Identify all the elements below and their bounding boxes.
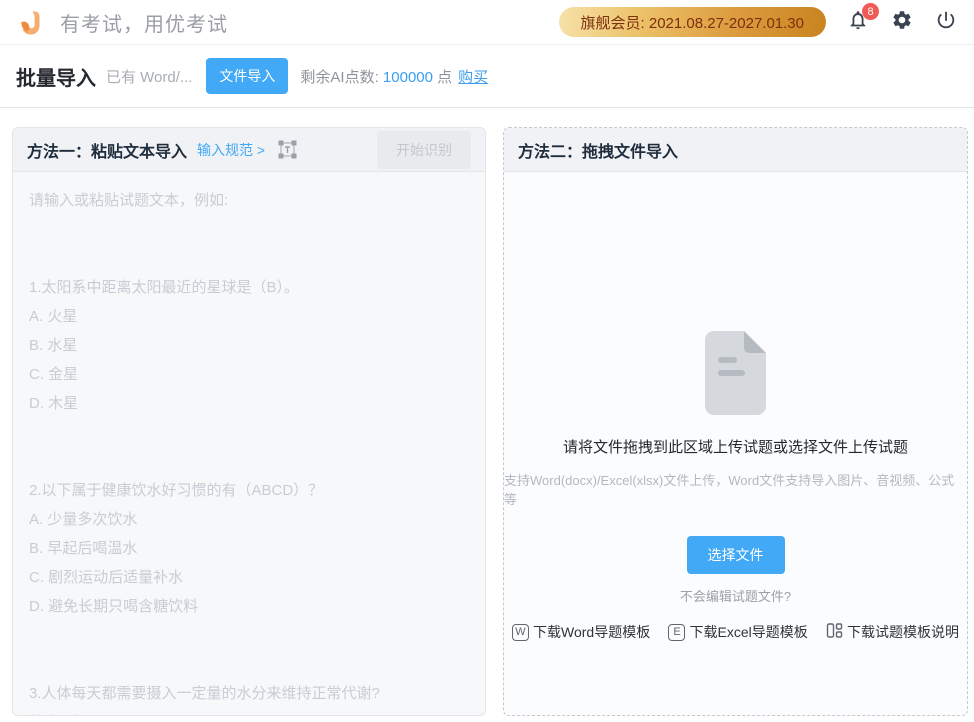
- paste-panel-header: 方法一：粘贴文本导入 输入规范 > 开始识别: [13, 128, 485, 172]
- notifications-button[interactable]: 8: [846, 10, 870, 34]
- drop-panel-title: 方法二：拖拽文件导入: [518, 138, 678, 162]
- question-text-input[interactable]: [13, 172, 485, 715]
- logout-button[interactable]: [934, 10, 958, 34]
- download-word-template-link[interactable]: W 下载Word导题模板: [512, 622, 650, 642]
- choose-file-button[interactable]: 选择文件: [687, 536, 785, 574]
- download-template-guide-link[interactable]: 下载试题模板说明: [826, 622, 959, 642]
- buy-points-link[interactable]: 购买: [458, 66, 488, 87]
- app-title: 有考试，用优考试: [60, 8, 228, 37]
- drop-import-panel[interactable]: 方法二：拖拽文件导入 请将文件拖拽到此区域上传试题或选择文件上传试题 支持Wor…: [503, 127, 968, 716]
- download-excel-template-label: 下载Excel导题模板: [689, 622, 807, 642]
- template-download-links: W 下载Word导题模板 E 下载Excel导题模板 下载试题: [504, 622, 967, 642]
- notification-count-badge: 8: [862, 3, 879, 20]
- template-guide-icon: [826, 622, 843, 642]
- file-import-button[interactable]: 文件导入: [206, 58, 288, 94]
- download-word-template-label: 下载Word导题模板: [533, 622, 650, 642]
- gear-icon: [891, 9, 913, 36]
- download-excel-template-link[interactable]: E 下载Excel导题模板: [668, 622, 807, 642]
- supported-formats-text: 支持Word(docx)/Excel(xlsx)文件上传，Word文件支持导入图…: [504, 470, 967, 508]
- main-content: 方法一：粘贴文本导入 输入规范 > 开始识别 方法二：拖拽文件导入: [0, 108, 974, 722]
- page-subtitle: 已有 Word/...: [106, 66, 192, 87]
- text-select-icon[interactable]: [277, 139, 298, 160]
- input-spec-link[interactable]: 输入规范 >: [197, 140, 265, 160]
- ai-points-value: 100000: [383, 69, 433, 86]
- start-recognition-button[interactable]: 开始识别: [377, 131, 471, 169]
- drop-hint-text: 请将文件拖拽到此区域上传试题或选择文件上传试题: [563, 436, 908, 457]
- edit-help-text: 不会编辑试题文件?: [680, 586, 791, 605]
- ai-points-unit: 点: [437, 69, 452, 86]
- download-template-guide-label: 下载试题模板说明: [847, 622, 959, 642]
- header-actions: 旗舰会员: 2021.08.27-2027.01.30 8: [559, 7, 958, 37]
- settings-button[interactable]: [890, 10, 914, 34]
- drop-panel-header: 方法二：拖拽文件导入: [504, 128, 967, 172]
- word-file-icon: W: [512, 624, 529, 641]
- membership-badge[interactable]: 旗舰会员: 2021.08.27-2027.01.30: [559, 7, 826, 37]
- paste-panel-title: 方法一：粘贴文本导入: [27, 138, 187, 162]
- page-title: 批量导入: [16, 62, 96, 91]
- document-icon: [701, 329, 771, 422]
- page-toolbar: 批量导入 已有 Word/... 文件导入 剩余AI点数: 100000 点 购…: [0, 45, 974, 108]
- top-header: 有考试，用优考试 旗舰会员: 2021.08.27-2027.01.30 8: [0, 0, 974, 45]
- app-logo-icon: [16, 8, 44, 36]
- drop-zone[interactable]: 请将文件拖拽到此区域上传试题或选择文件上传试题 支持Word(docx)/Exc…: [504, 172, 967, 715]
- power-icon: [935, 9, 957, 36]
- ai-points-label: 剩余AI点数:: [300, 69, 378, 86]
- excel-file-icon: E: [668, 624, 685, 641]
- paste-import-panel: 方法一：粘贴文本导入 输入规范 > 开始识别: [12, 127, 486, 716]
- ai-points: 剩余AI点数: 100000 点: [300, 66, 452, 87]
